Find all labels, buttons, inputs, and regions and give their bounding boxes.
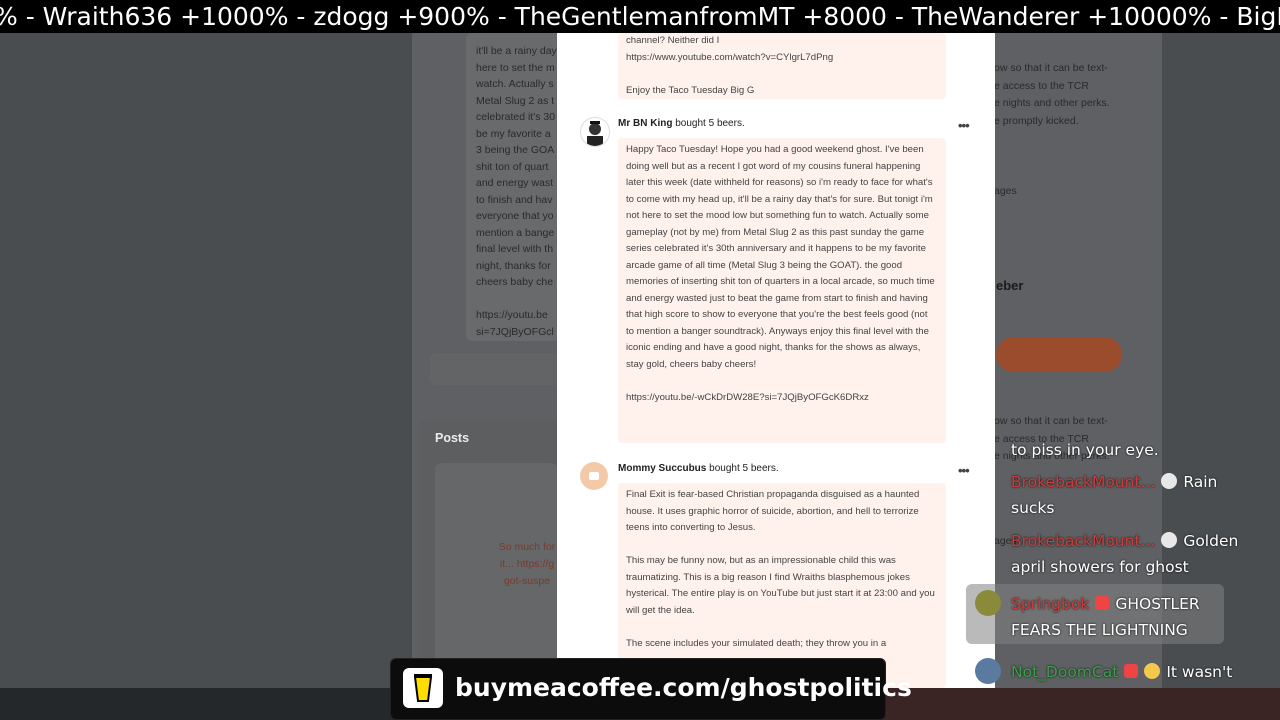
bg-text-line: 3 being the GOA — [476, 144, 555, 156]
bg-text-line: and energy wast — [476, 177, 554, 189]
message-text: Happy Taco Tuesday! Hope you had a good … — [626, 144, 935, 370]
bg-text-line: e nights and other perks. — [994, 97, 1110, 109]
chat-message: BrokebackMount... Golden april showers fo… — [1011, 528, 1251, 580]
bg-text-line: everyone that yo — [476, 210, 554, 222]
bg-text-line: mention a bange — [476, 226, 555, 239]
message-bubble: channel? Neither did I https://www.youtu… — [618, 33, 946, 99]
coffee-cup-icon — [403, 668, 443, 708]
subscriber-badge-icon — [1124, 664, 1139, 678]
message-line: Enjoy the Taco Tuesday Big G — [626, 84, 755, 96]
coffee-banner: buymeacoffee.com/ghostpolitics — [390, 658, 912, 720]
bg-text-line: e access to the TCR — [994, 79, 1089, 92]
bg-text-line: watch. Actually s — [476, 78, 554, 90]
bg-comment-box — [430, 353, 560, 385]
chat-text: to piss in your eye. — [1011, 441, 1159, 459]
coffee-url: buymeacoffee.com/ghostpolitics — [455, 673, 912, 702]
ticker-text: % - Wraith636 +1000% - zdogg +900% - The… — [0, 2, 1280, 31]
avatar[interactable] — [580, 462, 608, 490]
bg-text-line: it'll be a rainy day — [476, 45, 557, 57]
chat-message: to piss in your eye. — [1011, 437, 1251, 463]
chat-username[interactable]: Springbok — [1011, 595, 1089, 613]
bg-text-line: here to set the m — [476, 61, 555, 74]
bg-join-button[interactable] — [996, 337, 1122, 372]
ticker-banner: % - Wraith636 +1000% - zdogg +900% - The… — [0, 0, 1280, 33]
message-bubble: Happy Taco Tuesday! Hope you had a good … — [618, 138, 946, 443]
supporter-action: bought 5 beers. — [675, 118, 745, 129]
subscriber-badge-icon — [1095, 596, 1110, 610]
message-line — [626, 66, 938, 83]
bg-text-line: night, thanks for — [476, 259, 551, 272]
message-text: This may be funny now, but as an impress… — [626, 555, 935, 616]
supporter-line: Mr BN King bought 5 beers. — [618, 118, 745, 129]
bg-text-line: ow so that it can be text- — [994, 62, 1108, 74]
bg-text-line: Metal Slug 2 as t — [476, 94, 555, 107]
message-link[interactable]: https://www.youtube.com/watch?v=CYlgrL7d… — [626, 50, 938, 67]
message-line: channel? Neither did I — [626, 35, 720, 46]
chat-avatar — [975, 658, 1001, 684]
bg-text-line: celebrated it's 30 — [476, 111, 556, 123]
avatar-king-icon — [587, 121, 603, 146]
chat-message: Springbok GHOSTLER FEARS THE LIGHTNING — [1011, 591, 1251, 643]
posts-heading: Posts — [435, 431, 470, 445]
emote-icon — [1144, 663, 1161, 679]
message-text: The scene includes your simulated death;… — [626, 637, 887, 649]
message-text: Final Exit is fear-based Christian propa… — [626, 489, 920, 533]
supporter-name[interactable]: Mr BN King — [618, 118, 672, 129]
avatar[interactable] — [580, 117, 610, 147]
bg-text-line: final level with th — [476, 243, 554, 255]
bg-text-line: cheers baby che — [476, 276, 554, 288]
bg-tier-name: eber — [996, 278, 1024, 293]
bg-text-line: be my favorite a — [476, 127, 551, 140]
chat-message: BrokebackMount... Rain sucks — [1011, 469, 1251, 521]
bg-text-line: https://youtu.be — [476, 309, 548, 321]
supporter-name[interactable]: Mommy Succubus — [618, 463, 706, 474]
supporter-line: Mommy Succubus bought 5 beers. — [618, 463, 779, 474]
chat-username[interactable]: Not_DoomCat — [1011, 663, 1118, 681]
chat-username[interactable]: BrokebackMount... — [1011, 473, 1155, 491]
bg-text-line: e promptly kicked. — [994, 114, 1079, 127]
chat-avatar — [975, 590, 1001, 616]
rain-emote-icon — [1161, 532, 1178, 548]
message-link[interactable]: https://youtu.be/-wCkDrDW28E?si=7JQjByOF… — [626, 390, 938, 407]
bottom-bar-accent — [880, 688, 1280, 720]
rain-emote-icon — [1161, 473, 1178, 489]
chat-username[interactable]: BrokebackMount... — [1011, 532, 1155, 550]
bg-tier-label: ages — [994, 185, 1017, 197]
avatar-default-icon — [589, 472, 599, 480]
bg-text-line: shit ton of quart — [476, 160, 549, 173]
more-options-icon[interactable]: ••• — [958, 118, 970, 133]
bg-text-line: si=7JQjByOFGcl — [476, 325, 554, 338]
bg-text-line: to finish and hav — [476, 193, 553, 206]
supporter-action: bought 5 beers. — [709, 463, 779, 474]
more-options-icon[interactable]: ••• — [958, 463, 970, 478]
bg-text-line: ow so that it can be text- — [994, 415, 1108, 427]
